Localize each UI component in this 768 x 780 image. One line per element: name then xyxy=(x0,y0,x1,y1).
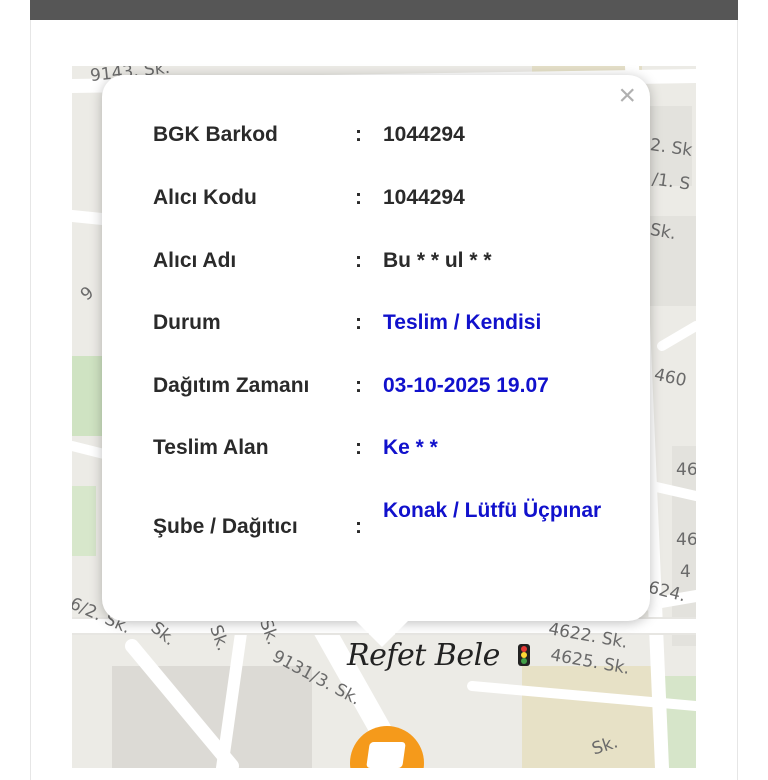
row-separator: : xyxy=(355,374,362,397)
row-separator: : xyxy=(355,123,362,146)
top-bar xyxy=(30,0,738,20)
row-separator: : xyxy=(355,436,362,459)
row-label: Şube / Dağıtıcı xyxy=(153,515,298,538)
row-value: 1044294 xyxy=(383,186,465,209)
row-separator: : xyxy=(355,249,362,272)
row-label: Alıcı Kodu xyxy=(153,186,257,209)
row-value: 03-10-2025 19.07 xyxy=(383,374,549,397)
row-label: Durum xyxy=(153,311,221,334)
row-separator: : xyxy=(355,186,362,209)
street-label: Sk. xyxy=(648,219,678,245)
close-icon[interactable]: × xyxy=(618,81,636,111)
row-value: Bu * * ul * * xyxy=(383,249,492,272)
row-value: 1044294 xyxy=(383,123,465,146)
row-label: Teslim Alan xyxy=(153,436,269,459)
row-value: Ke * * xyxy=(383,436,438,459)
row-separator: : xyxy=(355,515,362,538)
row-label: BGK Barkod xyxy=(153,123,278,146)
street-label: 46 xyxy=(676,530,696,550)
popup-pointer xyxy=(356,621,408,647)
street-label: 46 xyxy=(676,460,696,480)
row-value: Konak / Lütfü Üçpınar xyxy=(383,499,602,522)
row-separator: : xyxy=(355,311,362,334)
qr-box-icon xyxy=(366,742,406,768)
row-value: Teslim / Kendisi xyxy=(383,311,542,334)
row-label: Dağıtım Zamanı xyxy=(153,374,310,397)
street-label: 4 xyxy=(680,562,691,582)
info-popup: × BGK Barkod : 1044294 Alıcı Kodu : 1044… xyxy=(102,75,650,647)
row-label: Alıcı Adı xyxy=(153,249,237,272)
traffic-light-icon xyxy=(518,644,530,666)
